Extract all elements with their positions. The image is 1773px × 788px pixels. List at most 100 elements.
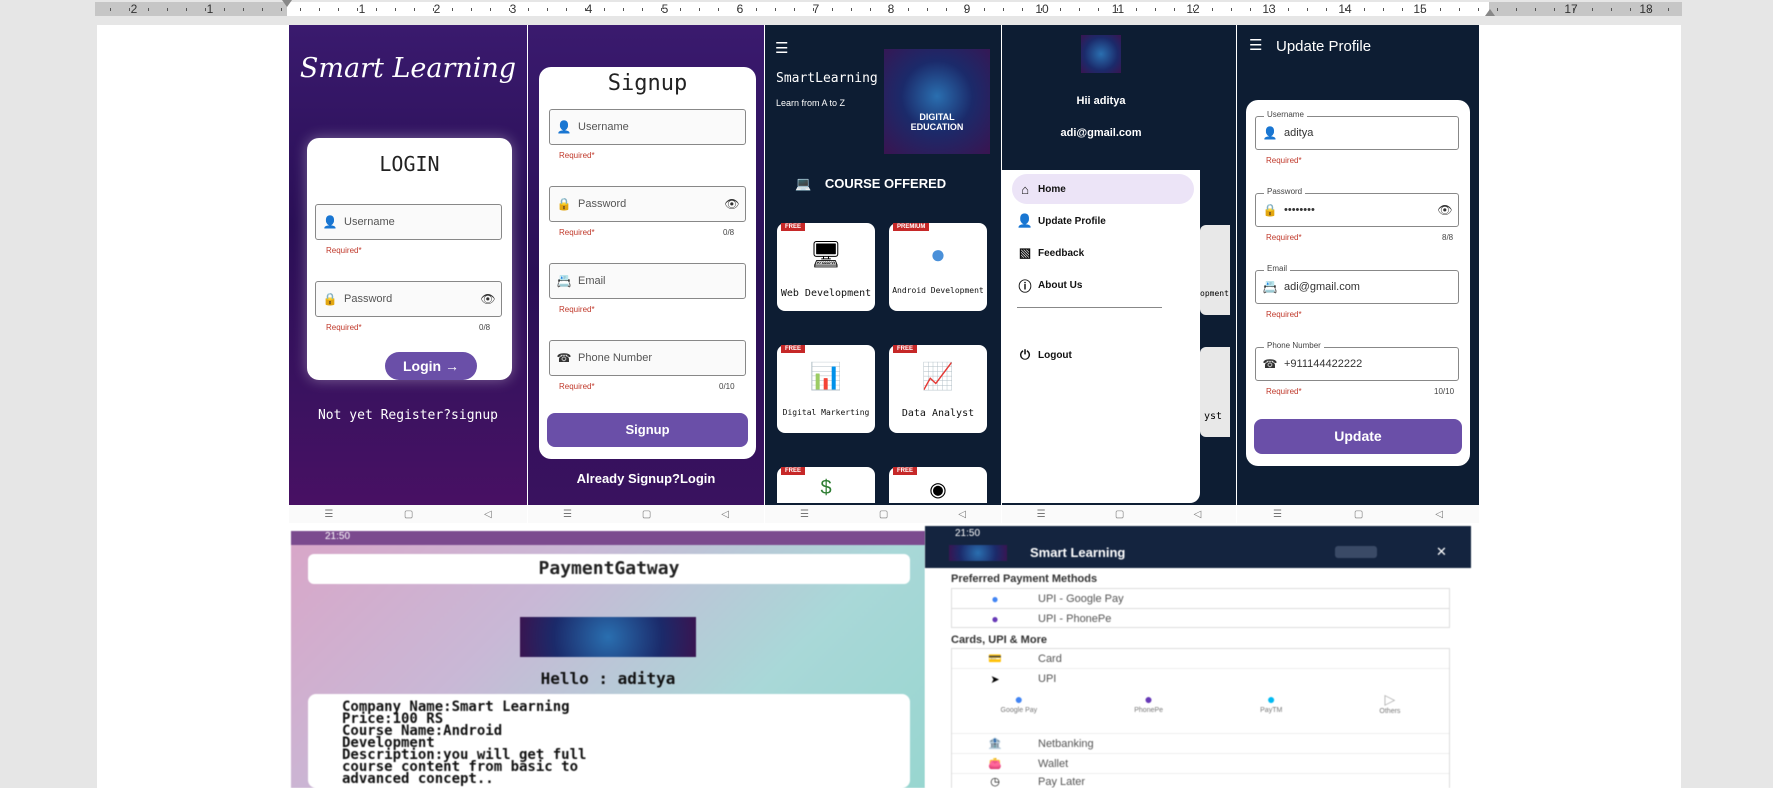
contact-card-icon: 📇: [556, 274, 572, 288]
signup-username-field[interactable]: 👤 Username: [549, 109, 746, 145]
course-card-hacking[interactable]: FREE ◉: [889, 467, 987, 503]
method-label: Pay Later: [1038, 775, 1086, 788]
course-card-web[interactable]: FREE 🖥 Web Development: [777, 223, 875, 311]
ruler-tick: [395, 8, 396, 11]
person-icon: 👤: [1262, 126, 1278, 140]
back-nav-icon[interactable]: ◁: [721, 509, 729, 520]
signup-password-required: Required*: [559, 228, 595, 237]
preferred-method-gpay[interactable]: ● UPI - Google Pay: [952, 589, 1449, 609]
ruler-tick: [205, 8, 206, 11]
ruler-tick: [1003, 8, 1004, 11]
menu-nav-icon[interactable]: ☰: [800, 509, 809, 520]
profile-username-field[interactable]: Username 👤 aditya: [1255, 110, 1459, 150]
ruler-tick: [300, 8, 301, 11]
method-wallet[interactable]: 👛 Wallet: [952, 753, 1449, 773]
course-card-data-analyst[interactable]: FREE 📈 Data Analyst: [889, 345, 987, 433]
ruler-tick: [1592, 8, 1593, 11]
ruler-tick: [1630, 8, 1631, 11]
close-icon[interactable]: ✕: [1436, 544, 1447, 560]
ruler-tick: [186, 8, 187, 11]
card-icon: 💳: [988, 653, 1002, 665]
upi-app-phonepe[interactable]: ● PhonePe: [1134, 691, 1163, 731]
courses-screen: ☰ SmartLearning Learn from A to Z DIGITA…: [765, 25, 1001, 523]
detail-line: advanced concept..: [342, 771, 494, 787]
home-nav-icon[interactable]: ▢: [1354, 509, 1363, 520]
ruler-tick: [509, 8, 510, 11]
back-nav-icon[interactable]: ◁: [1435, 509, 1443, 520]
method-netbanking[interactable]: 🏦 Netbanking: [952, 733, 1449, 753]
profile-phone-field[interactable]: Phone Number ☎ +911144422222: [1255, 341, 1459, 381]
ruler-tick: [889, 8, 890, 11]
method-card[interactable]: 💳 Card: [952, 649, 1449, 669]
ruler-tick: [1288, 8, 1289, 11]
course-card-marketing[interactable]: FREE 📊 Digital Markerting: [777, 345, 875, 433]
ruler-tick: [1516, 8, 1517, 11]
hamburger-menu-icon[interactable]: ☰: [1249, 36, 1262, 54]
menu-item-update-profile[interactable]: 👤 Update Profile: [1012, 206, 1194, 236]
back-nav-icon[interactable]: ◁: [1194, 509, 1202, 520]
menu-item-about[interactable]: ⓘ About Us: [1012, 270, 1194, 300]
home-nav-icon[interactable]: ▢: [404, 509, 413, 520]
back-nav-icon[interactable]: ◁: [484, 509, 492, 520]
ruler-tick: [1478, 8, 1479, 11]
menu-nav-icon[interactable]: ☰: [563, 509, 572, 520]
update-button[interactable]: Update: [1254, 419, 1462, 454]
menu-item-feedback[interactable]: ▧ Feedback: [1012, 238, 1194, 268]
back-nav-icon[interactable]: ◁: [958, 509, 966, 520]
hamburger-menu-icon[interactable]: ☰: [775, 39, 788, 57]
upi-app-paytm[interactable]: ● PayTM: [1260, 691, 1282, 731]
menu-item-logout[interactable]: ⏻ Logout: [1012, 340, 1194, 370]
signup-phone-field[interactable]: ☎ Phone Number: [549, 340, 746, 376]
upi-app-others[interactable]: ▷ Others: [1379, 691, 1400, 731]
drawer-email: adi@gmail.com: [1060, 127, 1142, 139]
course-name: Web Development: [780, 288, 872, 299]
preferred-method-phonepe[interactable]: ● UPI - PhonePe: [952, 609, 1449, 629]
ruler-number: 15: [1413, 2, 1427, 16]
profile-password-field[interactable]: Password 🔒 •••••••• 👁: [1255, 187, 1459, 227]
phone-icon: ☎: [556, 351, 572, 365]
profile-email-field[interactable]: Email 📇 adi@gmail.com: [1255, 264, 1459, 304]
ruler-tick: [338, 8, 339, 11]
method-upi[interactable]: ➤ UPI: [952, 669, 1449, 689]
login-link[interactable]: Already Signup?Login: [528, 471, 764, 486]
menu-item-home[interactable]: ⌂ Home: [1012, 174, 1194, 204]
ruler-tick: [1117, 8, 1118, 11]
home-nav-icon[interactable]: ▢: [642, 509, 651, 520]
course-card-finance[interactable]: FREE $: [777, 467, 875, 503]
login-button[interactable]: Login →: [385, 352, 477, 380]
ruler-number: 17: [1564, 2, 1578, 16]
visibility-icon[interactable]: 👁: [1432, 203, 1458, 217]
menu-label: Update Profile: [1038, 215, 1106, 227]
upi-app-gpay[interactable]: ● Google Pay: [1001, 691, 1038, 731]
login-title: LOGIN: [379, 152, 440, 176]
home-nav-icon[interactable]: ▢: [1115, 509, 1124, 520]
ruler-tick: [642, 8, 643, 11]
ruler-number: 18: [1639, 2, 1653, 16]
password-field[interactable]: 🔒 Password 👁: [315, 281, 502, 317]
ruler-tick: [1649, 8, 1650, 11]
app-brand-title: Smart Learning: [299, 53, 517, 84]
ruler-tick: [281, 8, 282, 11]
signup-link[interactable]: Not yet Register?signup: [289, 408, 527, 423]
signup-password-field[interactable]: 🔒 Password 👁: [549, 186, 746, 222]
visibility-icon[interactable]: 👁: [719, 197, 745, 211]
right-indent-marker-icon[interactable]: [1485, 9, 1495, 16]
indent-marker-icon[interactable]: [282, 0, 292, 7]
checkout-screen: 21:50 Smart Learning ✕ Preferred Payment…: [925, 526, 1471, 788]
visibility-icon[interactable]: 👁: [475, 292, 501, 306]
menu-nav-icon[interactable]: ☰: [1037, 509, 1046, 520]
app-tagline: Learn from A to Z: [776, 98, 846, 108]
menu-nav-icon[interactable]: ☰: [1273, 509, 1282, 520]
username-field[interactable]: 👤 Username: [315, 204, 502, 240]
home-nav-icon[interactable]: ▢: [879, 509, 888, 520]
banner-text: DIGITAL EDUCATION: [910, 111, 964, 132]
free-badge: FREE: [781, 223, 806, 231]
language-selector[interactable]: [1335, 546, 1377, 558]
ruler-tick: [1212, 8, 1213, 11]
method-pay-later[interactable]: ◷ Pay Later: [952, 773, 1449, 788]
signup-email-field[interactable]: 📇 Email: [549, 263, 746, 299]
course-card-android[interactable]: PREMIUM ● Android Development: [889, 223, 987, 311]
signup-password-placeholder: Password: [578, 198, 627, 210]
menu-nav-icon[interactable]: ☰: [324, 509, 333, 520]
signup-button[interactable]: Signup: [547, 413, 748, 447]
